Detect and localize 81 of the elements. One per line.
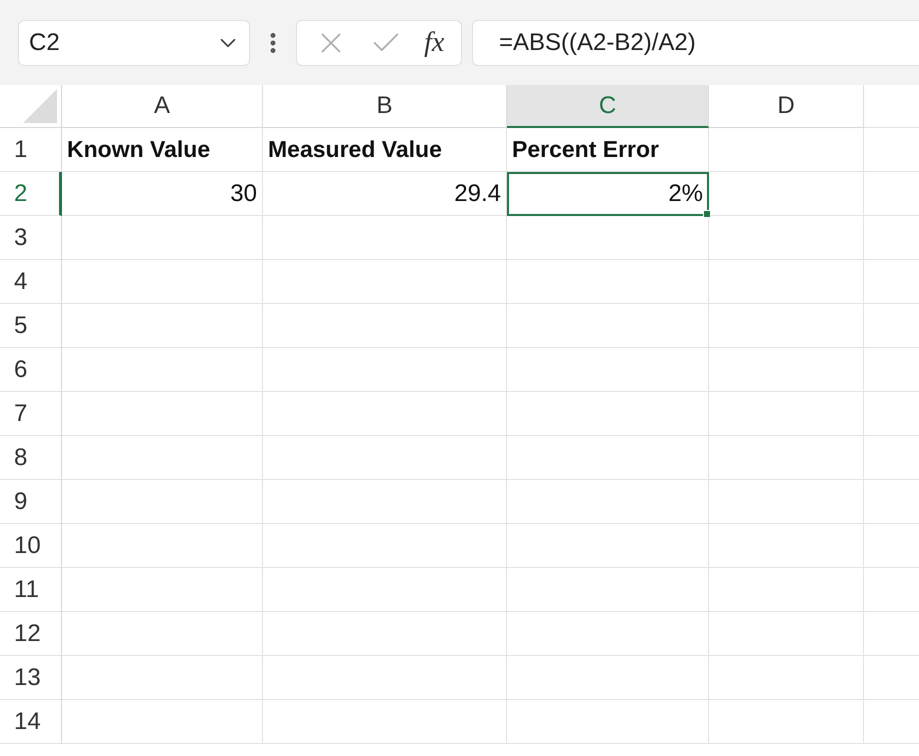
empty-cell[interactable] [507, 260, 709, 304]
empty-cell[interactable] [263, 568, 507, 612]
empty-cell[interactable] [62, 348, 263, 392]
row-header[interactable]: 6 [0, 348, 62, 392]
empty-cell[interactable] [709, 172, 864, 216]
name-box[interactable]: C2 [18, 20, 250, 66]
empty-cell[interactable] [507, 480, 709, 524]
column-header[interactable]: D [709, 85, 864, 128]
empty-cell[interactable] [709, 128, 864, 172]
row-header[interactable]: 8 [0, 436, 62, 480]
empty-cell[interactable] [507, 700, 709, 744]
empty-cell[interactable] [507, 304, 709, 348]
column-title-cell[interactable]: Known Value [62, 128, 263, 172]
empty-cell[interactable] [709, 348, 864, 392]
row-header[interactable]: 12 [0, 612, 62, 656]
empty-cell[interactable] [507, 656, 709, 700]
empty-cell[interactable] [62, 612, 263, 656]
empty-cell[interactable] [709, 260, 864, 304]
empty-cell[interactable] [507, 568, 709, 612]
empty-cell[interactable] [709, 392, 864, 436]
empty-cell[interactable] [62, 304, 263, 348]
empty-cell[interactable] [263, 524, 507, 568]
formula-text: =ABS((A2-B2)/A2) [499, 28, 696, 56]
empty-cell[interactable] [263, 304, 507, 348]
empty-cell[interactable] [507, 436, 709, 480]
value-cell[interactable]: 2% [507, 172, 709, 216]
empty-cell[interactable] [263, 436, 507, 480]
empty-cell[interactable] [62, 480, 263, 524]
row-header[interactable]: 2 [0, 172, 62, 216]
empty-cell[interactable] [709, 304, 864, 348]
row-header[interactable]: 3 [0, 216, 62, 260]
empty-cell[interactable] [709, 612, 864, 656]
formula-bar[interactable]: =ABS((A2-B2)/A2) [472, 20, 919, 66]
column-header[interactable]: B [263, 85, 507, 128]
column-title-cell[interactable]: Percent Error [507, 128, 709, 172]
empty-cell[interactable] [62, 436, 263, 480]
empty-cell[interactable] [62, 260, 263, 304]
empty-cell[interactable] [263, 700, 507, 744]
empty-cell[interactable] [263, 348, 507, 392]
empty-cell[interactable] [709, 656, 864, 700]
empty-cell[interactable] [62, 568, 263, 612]
empty-cell[interactable] [263, 480, 507, 524]
empty-cell[interactable] [709, 480, 864, 524]
row-header[interactable]: 4 [0, 260, 62, 304]
cell-reference: C2 [29, 28, 60, 56]
empty-cell[interactable] [709, 436, 864, 480]
value-cell[interactable]: 29.4 [263, 172, 507, 216]
column-header[interactable]: A [62, 85, 263, 128]
empty-cell[interactable] [507, 524, 709, 568]
value-cell[interactable]: 30 [62, 172, 263, 216]
row-header[interactable]: 14 [0, 700, 62, 744]
empty-cell[interactable] [709, 700, 864, 744]
column-header[interactable]: C [507, 85, 709, 128]
empty-cell[interactable] [709, 568, 864, 612]
empty-cell[interactable] [263, 260, 507, 304]
empty-cell[interactable] [507, 392, 709, 436]
row-header[interactable]: 13 [0, 656, 62, 700]
empty-cell[interactable] [263, 656, 507, 700]
fill-handle[interactable] [703, 210, 711, 218]
row-header[interactable]: 5 [0, 304, 62, 348]
empty-cell[interactable] [507, 348, 709, 392]
empty-cell[interactable] [263, 216, 507, 260]
empty-cell[interactable] [62, 392, 263, 436]
empty-cell[interactable] [62, 216, 263, 260]
empty-cell[interactable] [709, 524, 864, 568]
column-title-cell[interactable]: Measured Value [263, 128, 507, 172]
empty-cell[interactable] [709, 216, 864, 260]
empty-cell[interactable] [62, 700, 263, 744]
row-header[interactable]: 10 [0, 524, 62, 568]
empty-cell[interactable] [263, 612, 507, 656]
row-header[interactable]: 1 [0, 128, 62, 172]
empty-cell[interactable] [507, 216, 709, 260]
row-header[interactable]: 9 [0, 480, 62, 524]
row-header[interactable]: 11 [0, 568, 62, 612]
select-all-icon[interactable] [23, 89, 57, 123]
row-header[interactable]: 7 [0, 392, 62, 436]
empty-cell[interactable] [263, 392, 507, 436]
empty-cell[interactable] [507, 612, 709, 656]
insert-function-button[interactable]: fx [424, 26, 444, 58]
empty-cell[interactable] [62, 524, 263, 568]
empty-cell[interactable] [62, 656, 263, 700]
